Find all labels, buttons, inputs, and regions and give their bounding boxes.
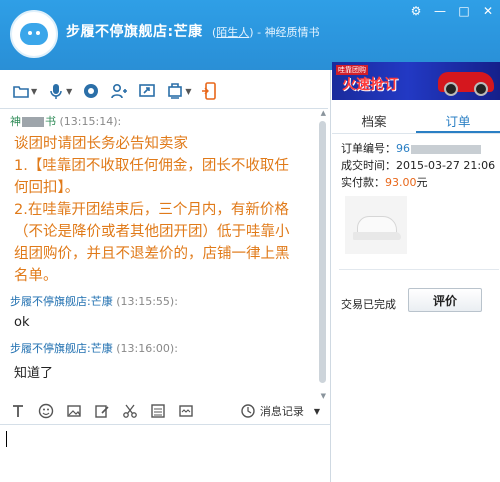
order-paid-label: 实付款： [341,176,385,189]
add-user-icon [111,83,128,99]
order-details: 订单编号：96 成交时间：2015-03-27 21:06 实付款：93.00元 [341,140,499,191]
add-contact-button[interactable] [110,82,128,100]
settings-icon[interactable]: ⚙ [408,4,424,18]
message-line: 谈团时请团长务必告知卖家 [14,136,188,152]
panel-divider [330,70,331,482]
order-paid-row: 实付款：93.00元 [341,174,499,191]
redacted-mark [411,144,481,154]
share-screen-button[interactable] [138,82,156,100]
order-number-row: 订单编号：96 [341,140,499,157]
sender-name[interactable]: 步履不停旗舰店:芒康 [10,342,113,355]
font-icon[interactable] [10,403,26,419]
message-history-label: 消息记录 [259,405,304,418]
sender-name[interactable]: 神 [10,115,21,128]
tab-orders[interactable]: 订单 [416,112,500,133]
file-transfer-button[interactable]: ▼ [12,82,37,100]
camera-icon [84,84,99,98]
rate-button[interactable]: 评价 [408,288,482,312]
message: 步履不停旗舰店:芒康 (13:15:55): ok [0,293,328,330]
close-icon[interactable]: ✕ [480,4,496,18]
message-line: 组团购价，并且不退差价的，店铺一律上黑 [14,246,290,262]
history-clock-icon [241,404,255,418]
emoji-icon[interactable] [38,403,54,419]
chat-toolbar: ▼ ▼ ▼ [0,78,330,104]
calculator-icon[interactable] [150,403,166,419]
tab-profile[interactable]: 档案 [332,112,416,133]
message-header: 步履不停旗舰店:芒康 (13:16:00): [10,340,328,356]
chat-history[interactable]: 神 书 (13:15:14): 谈团时请团长务必告知卖家 1.【哇靠团不收取任何佣… [0,108,328,400]
order-paid-unit: 元 [416,176,428,189]
message-body: ok [14,315,30,330]
order-time-row: 成交时间：2015-03-27 21:06 [341,157,499,174]
maximize-icon[interactable]: □ [456,4,472,18]
department-label: 神经质情书 [264,26,320,39]
order-paid-value: 93.00 [385,176,417,189]
text-cursor [6,431,7,447]
chat-scrollbar[interactable] [319,121,326,383]
penguin-avatar-icon [20,23,48,45]
relation-link[interactable]: 陌生人 [216,26,249,39]
input-toolbar: 消息记录 ▼ [0,400,330,422]
avatar[interactable] [10,10,58,58]
video-button[interactable] [82,82,100,100]
image-icon[interactable] [66,403,82,419]
window-controls: ⚙ — □ ✕ [408,4,496,18]
scroll-down-arrow-icon[interactable]: ▼ [321,392,326,400]
sender-name[interactable]: 步履不停旗舰店:芒康 [10,295,113,308]
sender-name-suffix: 书 [45,115,56,128]
phone-icon [202,82,217,100]
message-line: 2.在哇靠开团结束后，三个月内，有新价格 [14,202,289,218]
message-line: （不论是降价或者其他团开团）低于哇靠小 [14,224,290,240]
minimize-icon[interactable]: — [432,4,448,18]
message-time: (13:15:14): [59,115,122,128]
mobile-button[interactable] [201,82,219,100]
message-time: (13:15:55): [116,295,178,308]
car-icon [438,72,494,96]
shoe-sole-shape [353,232,401,240]
message: 步履不停旗舰店:芒康 (13:16:00): 知道了 [0,340,328,381]
voice-button[interactable]: ▼ [47,82,72,100]
chevron-down-icon[interactable]: ▼ [314,407,320,416]
message-line: 名单。 [14,268,58,284]
message-line: 何回扣】。 [14,180,80,196]
remote-icon [168,83,183,99]
remote-assist-button[interactable]: ▼ [166,82,191,100]
message-header: 神 书 (13:15:14): [10,113,328,129]
message-header: 步履不停旗舰店:芒康 (13:15:55): [10,293,328,309]
title-bar: 步履不停旗舰店:芒康 (陌生人) - 神经质情书 ⚙ — □ ✕ [0,0,500,70]
ad-slogan: 火速抢订 [342,77,398,93]
contact-subtitle: (陌生人) - 神经质情书 [212,26,320,39]
screenshot-scissors-icon[interactable] [122,403,138,419]
order-time-value: 2015-03-27 21:06 [396,159,496,172]
share-icon [139,84,156,97]
message-time: (13:16:00): [116,342,178,355]
message-history-button[interactable]: 消息记录 ▼ [240,400,320,422]
redacted-mark [22,117,44,127]
scroll-up-arrow-icon[interactable]: ▲ [321,109,326,117]
product-thumbnail[interactable] [345,196,407,254]
order-item[interactable] [339,192,499,270]
message-input[interactable] [0,424,330,482]
edit-icon[interactable] [94,403,110,419]
message-body: 谈团时请团长务必告知卖家 1.【哇靠团不收取任何佣金，团长不收取任 何回扣】。 … [14,133,318,287]
order-number-label: 订单编号： [341,142,396,155]
side-tabs: 档案 订单 [332,112,500,134]
shake-window-icon[interactable] [178,403,194,419]
message: 神 书 (13:15:14): 谈团时请团长务必告知卖家 1.【哇靠团不收取任何佣… [0,113,328,287]
order-status: 交易已完成 [341,298,396,311]
ad-banner[interactable]: 哇靠团购 火速抢订 [332,62,500,100]
microphone-icon [50,84,62,99]
order-time-label: 成交时间： [341,159,396,172]
folder-icon [13,86,29,98]
message-body: 知道了 [14,366,54,381]
message-line: 1.【哇靠团不收取任何佣金，团长不收取任 [14,158,289,174]
contact-name: 步履不停旗舰店:芒康 [66,24,203,40]
order-number-link[interactable]: 96 [396,142,410,155]
